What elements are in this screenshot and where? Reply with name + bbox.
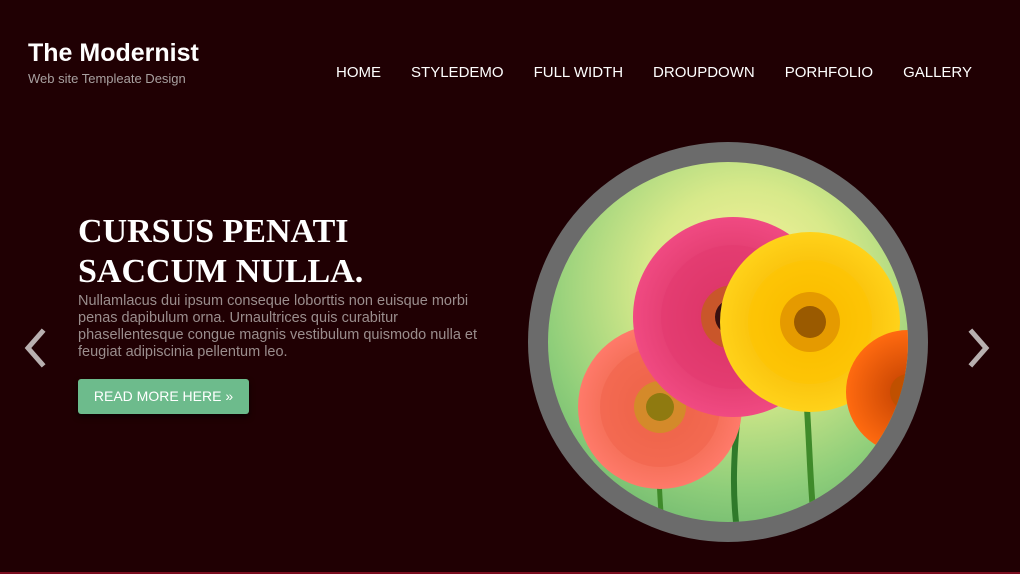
read-more-button[interactable]: READ MORE HERE » [78, 379, 249, 414]
slide-image [548, 162, 908, 522]
chevron-left-icon[interactable] [20, 326, 50, 370]
site-logo[interactable]: The Modernist Web site Templeate Design [28, 38, 199, 86]
slide-image-frame [528, 142, 928, 542]
nav-item-full-width[interactable]: FULL WIDTH [534, 64, 623, 82]
nav-item-styledemo[interactable]: STYLEDEMO [411, 64, 504, 82]
slide-heading-line-2: SACCUM NULLA. [78, 253, 364, 290]
site-tagline: Web site Templeate Design [28, 71, 186, 86]
site-title[interactable]: The Modernist [28, 38, 199, 68]
nav-item-gallery[interactable]: GALLERY [903, 64, 972, 82]
nav-item-dropdown[interactable]: DROUPDOWN [653, 64, 755, 82]
slide-heading-line-1: CURSUS PENATI [78, 213, 349, 250]
nav-item-home[interactable]: HOME [336, 64, 381, 82]
slide-body-text: Nullamlacus dui ipsum conseque loborttis… [78, 293, 478, 360]
main-nav: HOME STYLEDEMO FULL WIDTH DROUPDOWN PORH… [336, 64, 972, 82]
chevron-right-icon[interactable] [964, 326, 994, 370]
slide-heading: CURSUS PENATI SACCUM NULLA. [78, 212, 498, 292]
nav-item-portfolio[interactable]: PORHFOLIO [785, 64, 873, 82]
page: The Modernist Web site Templeate Design … [0, 0, 1020, 574]
